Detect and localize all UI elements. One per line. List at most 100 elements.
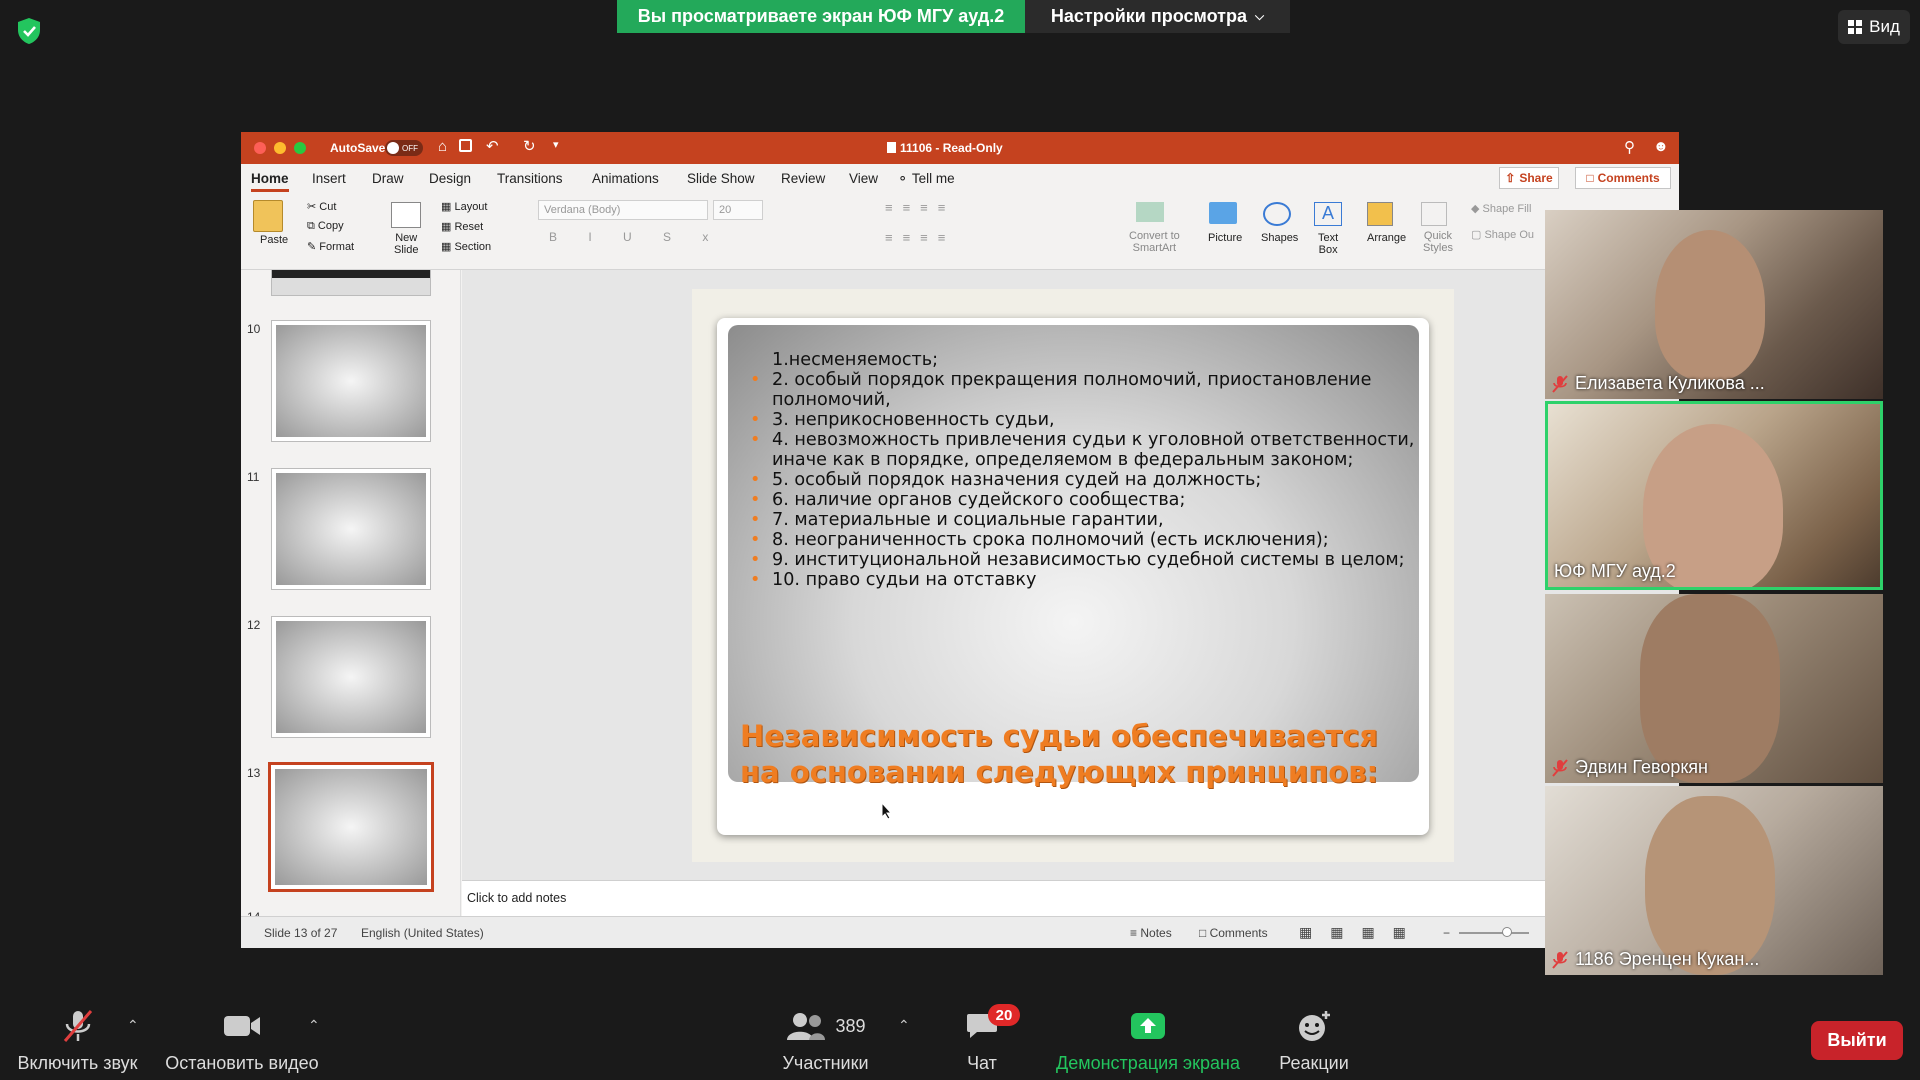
- video-options-chevron-icon[interactable]: ⌃: [308, 1017, 320, 1034]
- list-buttons[interactable]: ≡≡≡≡: [885, 200, 955, 215]
- picture-icon[interactable]: [1209, 202, 1237, 224]
- bullet-item: 2. особый порядок прекращения полномочий…: [740, 370, 1420, 410]
- layout-button[interactable]: ▦ Layout: [441, 200, 487, 213]
- view-label: Вид: [1869, 17, 1900, 36]
- tab-home[interactable]: Home: [251, 171, 289, 192]
- chat-unread-badge: 20: [988, 1004, 1020, 1026]
- comments-toggle[interactable]: □ Comments: [1199, 926, 1268, 940]
- quick-styles-icon[interactable]: [1421, 202, 1447, 226]
- zoom-slider-thumb[interactable]: [1502, 927, 1512, 937]
- security-shield-icon[interactable]: [14, 16, 44, 46]
- bullet-item: 9. институциональной независимостью суде…: [740, 550, 1420, 570]
- participant-name-row: 1186 Эренцен Кукан...: [1551, 949, 1759, 970]
- tab-insert[interactable]: Insert: [312, 171, 346, 186]
- bullet-item: 6. наличие органов судейского сообщества…: [740, 490, 1420, 510]
- participant-name: 1186 Эренцен Кукан...: [1575, 949, 1760, 969]
- audio-options-chevron-icon[interactable]: ⌃: [127, 1017, 139, 1034]
- reactions-button[interactable]: Реакции: [1266, 1000, 1362, 1080]
- document-icon: [887, 142, 896, 153]
- home-icon[interactable]: ⌂: [438, 138, 447, 155]
- notes-toggle[interactable]: ≡ Notes: [1130, 926, 1172, 940]
- slide-thumbnail-11[interactable]: [271, 468, 431, 590]
- undo-icon[interactable]: ↶: [486, 137, 499, 155]
- close-window-button[interactable]: [254, 142, 266, 154]
- paste-icon[interactable]: [253, 200, 283, 232]
- slide-thumbnail-12[interactable]: [271, 616, 431, 738]
- convert-smartart-label: Convert to SmartArt: [1129, 230, 1180, 254]
- unmute-button[interactable]: Включить звук: [10, 1000, 145, 1080]
- view-mode-buttons[interactable]: ▦▦▦▦: [1299, 924, 1424, 941]
- tab-review[interactable]: Review: [781, 171, 825, 186]
- copy-button[interactable]: ⧉ Copy: [307, 220, 344, 233]
- slide-thumbnail-pane[interactable]: 10 11 12 13 14: [241, 270, 461, 918]
- comment-icon: □: [1199, 926, 1207, 940]
- format-painter-button[interactable]: ✎ Format: [307, 240, 354, 253]
- autosave-toggle[interactable]: OFF: [385, 140, 423, 156]
- shape-fill-button[interactable]: ◆ Shape Fill: [1471, 202, 1531, 215]
- smartart-icon[interactable]: [1136, 202, 1164, 222]
- participant-tile-active-speaker[interactable]: ЮФ МГУ ауд.2: [1545, 401, 1883, 590]
- tab-draw[interactable]: Draw: [372, 171, 404, 186]
- customize-toolbar-icon[interactable]: ▾: [553, 138, 559, 151]
- align-buttons[interactable]: ≡≡≡≡: [885, 230, 955, 245]
- view-button[interactable]: Вид: [1838, 10, 1910, 44]
- font-style-buttons[interactable]: B I U S x: [549, 230, 722, 244]
- share-button[interactable]: ⇧ Share: [1499, 167, 1559, 189]
- font-family-select[interactable]: Verdana (Body): [538, 200, 708, 220]
- maximize-window-button[interactable]: [294, 142, 306, 154]
- new-slide-icon[interactable]: [391, 202, 421, 228]
- minimize-window-button[interactable]: [274, 142, 286, 154]
- zoom-out-button[interactable]: −: [1443, 926, 1450, 940]
- slide-thumbnail-10[interactable]: [271, 320, 431, 442]
- participant-tile[interactable]: 1186 Эренцен Кукан...: [1545, 786, 1883, 975]
- text-box-icon[interactable]: A: [1314, 202, 1342, 226]
- view-options-dropdown[interactable]: Настройки просмотра ⌵: [1025, 0, 1290, 33]
- bullet-item: 4. невозможность привлечения судьи к уго…: [740, 430, 1420, 470]
- tab-design[interactable]: Design: [429, 171, 471, 186]
- search-icon[interactable]: ⚲: [1624, 138, 1635, 156]
- slide-thumbnail-9[interactable]: [271, 270, 431, 296]
- participant-tile[interactable]: Эдвин Геворкян: [1545, 594, 1883, 783]
- slide-title[interactable]: Независимость судьи обеспечивается на ос…: [740, 718, 1420, 790]
- cut-label: Cut: [319, 201, 337, 213]
- shape-fill-label: Shape Fill: [1482, 203, 1532, 215]
- shapes-icon[interactable]: [1263, 202, 1291, 226]
- section-button[interactable]: ▦ Section: [441, 240, 491, 253]
- shape-outline-button[interactable]: ▢ Shape Ou: [1471, 228, 1534, 241]
- account-icon[interactable]: ☻: [1653, 138, 1669, 155]
- slide-thumbnail-13-selected[interactable]: [268, 762, 434, 892]
- notes-pane[interactable]: Click to add notes: [462, 880, 1679, 916]
- comments-button[interactable]: □ Comments: [1575, 167, 1671, 189]
- thumbnail-image: [276, 621, 426, 733]
- redo-icon[interactable]: ↻: [523, 137, 536, 155]
- stop-video-button[interactable]: Остановить видео: [163, 1000, 321, 1080]
- tab-animations[interactable]: Animations: [592, 171, 659, 186]
- share-screen-button[interactable]: Демонстрация экрана: [1048, 1000, 1248, 1080]
- language-indicator[interactable]: English (United States): [361, 926, 484, 940]
- mic-muted-icon: [63, 1010, 92, 1042]
- slide-bullet-list[interactable]: 1.несменяемость; 2. особый порядок прекр…: [740, 350, 1420, 590]
- participants-button[interactable]: 389 Участники: [768, 1000, 883, 1080]
- zoom-slider[interactable]: [1459, 932, 1529, 934]
- participant-tile[interactable]: Елизавета Куликова ...: [1545, 210, 1883, 399]
- screen-share-banner: Вы просматриваете экран ЮФ МГУ ауд.2: [617, 0, 1025, 33]
- leave-meeting-button[interactable]: Выйти: [1811, 1021, 1903, 1060]
- tab-view[interactable]: View: [849, 171, 878, 186]
- bullet-item: 5. особый порядок назначения судей на до…: [740, 470, 1420, 490]
- tab-slide-show[interactable]: Slide Show: [687, 171, 755, 186]
- share-screen-icon: [1131, 1013, 1165, 1039]
- participants-options-chevron-icon[interactable]: ⌃: [898, 1017, 910, 1034]
- cut-button[interactable]: ✂ Cut: [307, 200, 336, 213]
- tab-transitions[interactable]: Transitions: [497, 171, 563, 186]
- document-title: 11106 - Read-Only: [887, 141, 1003, 155]
- font-size-select[interactable]: 20: [713, 200, 763, 220]
- chat-label: Чат: [967, 1053, 997, 1073]
- save-icon[interactable]: [459, 139, 472, 152]
- tell-me-box[interactable]: ⚬ Tell me: [897, 171, 955, 187]
- reset-button[interactable]: ▦ Reset: [441, 220, 483, 233]
- bullet-item: 8. неограниченность срока полномочий (ес…: [740, 530, 1420, 550]
- mic-muted-icon: [1552, 374, 1568, 393]
- text-box-label-2: Box: [1318, 244, 1338, 256]
- stop-video-label: Остановить видео: [165, 1053, 319, 1073]
- arrange-icon[interactable]: [1367, 202, 1393, 226]
